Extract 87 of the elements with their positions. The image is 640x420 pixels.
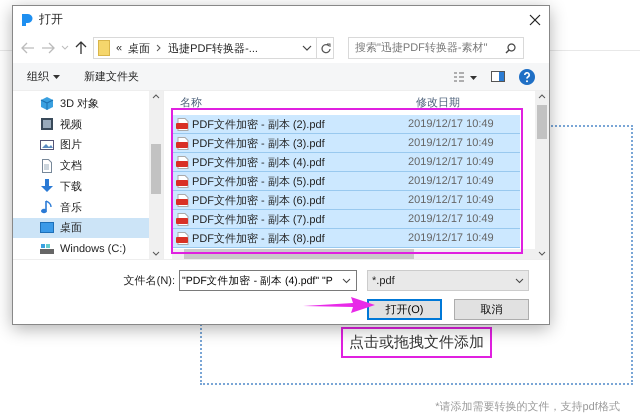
app-logo-icon: [21, 12, 33, 26]
help-icon[interactable]: [519, 68, 535, 84]
pdf-file-icon: [176, 212, 189, 226]
sidebar-item[interactable]: 文档: [13, 155, 149, 176]
breadcrumb-item[interactable]: 桌面: [128, 40, 150, 56]
column-header[interactable]: 名称: [172, 94, 408, 110]
up-icon[interactable]: [75, 41, 87, 55]
document-icon: [40, 158, 54, 173]
chevron-icon: [156, 44, 162, 52]
cancel-button[interactable]: 取消: [454, 299, 529, 320]
pdf-file-icon: [176, 174, 189, 188]
scroll-down-icon: [152, 251, 160, 256]
pdf-file-icon: [176, 118, 189, 130]
caret-icon: [53, 74, 60, 78]
scrollbar[interactable]: [535, 91, 549, 259]
chevron-down-icon: [515, 278, 524, 284]
file-date: 2019/12/17 10:49: [407, 137, 494, 149]
file-row[interactable]: PDF文件加密 - 副本 (7).pdf 2019/12/17 10:49: [172, 210, 520, 229]
cube-icon: [40, 96, 54, 110]
file-name: PDF文件加密 - 副本 (3).pdf: [192, 136, 325, 150]
sidebar-item[interactable]: 图片: [13, 134, 149, 156]
file-row[interactable]: PDF文件加密 - 副本 (5).pdf 2019/12/17 10:49: [172, 172, 520, 191]
open-button[interactable]: 打开(O): [367, 299, 442, 320]
window-title: 打开: [39, 11, 64, 28]
file-date: 2019/12/17 10:49: [407, 213, 494, 225]
search-field[interactable]: 搜索"迅捷PDF转换器-素材": [348, 37, 524, 59]
file-name: PDF文件加密 - 副本 (4).pdf: [192, 156, 325, 170]
file-date: 2019/12/17 10:49: [407, 118, 494, 130]
folder-icon: [98, 40, 110, 56]
refresh-icon: [320, 42, 330, 54]
file-row[interactable]: PDF文件加密 - 副本 (6).pdf 2019/12/17 10:49: [172, 191, 520, 210]
file-row[interactable]: PDF文件加密 - 副本 (8).pdf 2019/12/17 10:49: [172, 229, 520, 248]
forward-icon[interactable]: [41, 42, 55, 54]
sidebar-item[interactable]: 3D 对象: [13, 93, 149, 114]
scrollbar-thumb[interactable]: [151, 144, 161, 194]
pdf-file-icon: [176, 194, 189, 206]
pdf-file-icon: [176, 156, 189, 168]
sidebar-item[interactable]: 视频: [13, 114, 149, 134]
sidebar-item[interactable]: Windows (C:): [13, 238, 149, 259]
caret-icon[interactable]: [61, 45, 69, 51]
file-date: 2019/12/17 10:49: [407, 175, 494, 187]
picture-icon: [40, 138, 54, 152]
close-icon[interactable]: [529, 14, 541, 26]
field-label: 文件名(N):: [124, 274, 175, 288]
organize-button[interactable]: 组织: [27, 69, 60, 84]
refresh-button[interactable]: [316, 37, 334, 59]
file-date: 2019/12/17 10:49: [407, 194, 494, 206]
drive-icon: [40, 242, 54, 256]
new-folder-button[interactable]: 新建文件夹: [84, 69, 139, 84]
drop-zone-label: 点击或拖拽文件添加: [341, 327, 492, 358]
sidebar-item[interactable]: 桌面: [13, 218, 149, 238]
scrollbar-thumb[interactable]: [537, 105, 547, 139]
breadcrumb-overflow[interactable]: «: [116, 42, 122, 54]
breadcrumb-item[interactable]: 迅捷PDF转换器-...: [168, 40, 258, 56]
address-bar[interactable]: « 桌面 迅捷PDF转换器-...: [93, 37, 317, 59]
file-name-field[interactable]: "PDF文件加密 - 副本 (4).pdf" "P: [179, 270, 357, 291]
file-row[interactable]: PDF文件加密 - 副本 (3).pdf 2019/12/17 10:49: [172, 134, 520, 153]
file-date: 2019/12/17 10:49: [407, 232, 494, 244]
scroll-up-icon: [152, 94, 160, 99]
sidebar-item[interactable]: 下载: [13, 176, 149, 197]
scroll-down-icon: [538, 251, 546, 256]
file-name: PDF文件加密 - 副本 (7).pdf: [192, 212, 325, 226]
down-arrow-icon: [40, 179, 54, 194]
chevron-down-icon[interactable]: [302, 45, 312, 51]
file-date: 2019/12/17 10:49: [407, 156, 494, 168]
preview-pane-icon[interactable]: [491, 71, 505, 82]
file-name: PDF文件加密 - 副本 (6).pdf: [192, 194, 325, 208]
pdf-file-icon: [176, 136, 189, 150]
monitor-icon: [40, 220, 54, 235]
sidebar-item[interactable]: 音乐: [13, 196, 149, 218]
chevron-down-icon: [342, 278, 351, 284]
view-options-icon[interactable]: [453, 70, 477, 82]
back-icon[interactable]: [21, 42, 35, 54]
column-header[interactable]: 修改日期: [408, 94, 460, 110]
scrollbar[interactable]: [149, 91, 163, 259]
music-note-icon: [40, 200, 54, 214]
file-name: PDF文件加密 - 副本 (2).pdf: [192, 118, 325, 132]
file-row[interactable]: PDF文件加密 - 副本 (2).pdf 2019/12/17 10:49: [172, 115, 520, 134]
file-type-dropdown[interactable]: *.pdf: [367, 270, 529, 291]
file-name: PDF文件加密 - 副本 (5).pdf: [192, 174, 325, 188]
film-icon: [40, 117, 54, 132]
file-name: PDF文件加密 - 副本 (8).pdf: [192, 232, 325, 246]
hint-text: *请添加需要转换的文件，支持pdf格式: [434, 400, 621, 414]
pdf-file-icon: [176, 232, 189, 244]
scroll-up-icon: [538, 94, 546, 99]
search-icon: [505, 42, 516, 54]
file-row[interactable]: PDF文件加密 - 副本 (4).pdf 2019/12/17 10:49: [172, 153, 520, 172]
